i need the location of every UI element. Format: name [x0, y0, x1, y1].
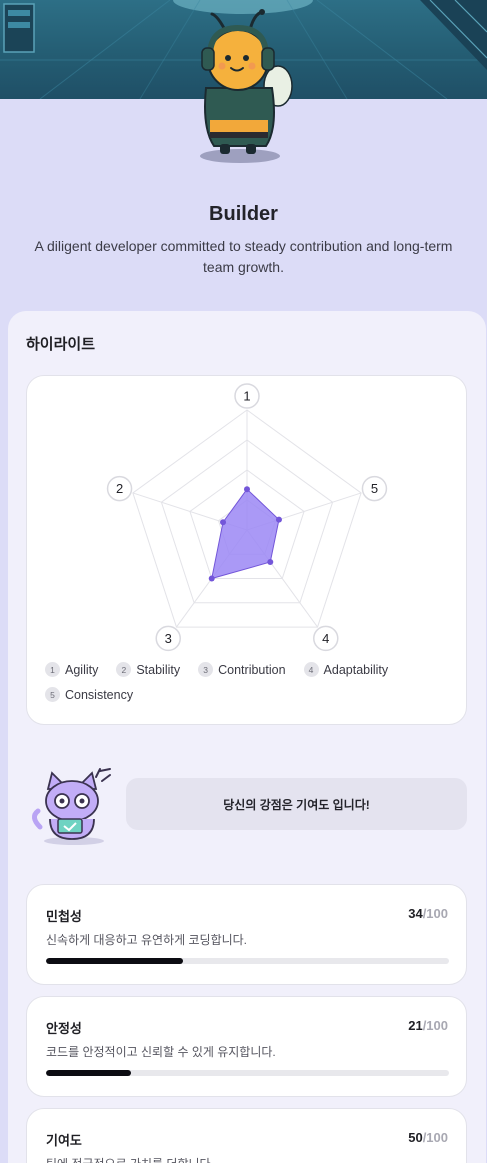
legend-item-consistency: 5 Consistency [45, 687, 133, 702]
radar-point-contribution [208, 575, 215, 582]
score-description: 팀에 적극적으로 가치를 더합니다. [46, 1155, 214, 1163]
radar-axis-number: 2 [116, 481, 123, 496]
radar-chart-card: 1 2 3 4 5 1 Agility 2 Stability 3 Contribution 4 Ad… [26, 375, 467, 725]
score-value: 50/100 [408, 1130, 448, 1145]
score-progress-fill [46, 1070, 131, 1076]
radar-axis-number: 3 [165, 631, 172, 646]
legend-label: Contribution [218, 662, 286, 677]
radar-axis-number: 1 [243, 389, 250, 404]
score-name: 안정성 [46, 1021, 82, 1036]
score-description: 코드를 안정적이고 신뢰할 수 있게 유지합니다. [46, 1045, 276, 1059]
score-value: 21/100 [408, 1018, 448, 1033]
score-card-stability: 안정성 21/100 코드를 안정적이고 신뢰할 수 있게 유지합니다. [26, 996, 467, 1097]
radar-point-stability [220, 519, 227, 526]
legend-number: 4 [303, 662, 319, 677]
score-progress-track [46, 958, 449, 964]
legend-number: 2 [116, 662, 132, 677]
bee-mascot-illustration [188, 8, 298, 166]
score-description: 신속하게 대응하고 유연하게 코딩합니다. [46, 933, 248, 947]
radar-value-area [211, 488, 280, 580]
legend-label: Stability [136, 662, 181, 677]
strength-message: 당신의 강점은 기여도 입니다! [126, 778, 467, 830]
legend-item-stability: 2 Stability [116, 662, 180, 677]
score-progress-fill [46, 958, 184, 964]
legend-number: 3 [198, 662, 214, 677]
role-title: Builder [209, 203, 278, 225]
radar-axis-number: 4 [322, 631, 329, 646]
score-card-agility: 민첩성 34/100 신속하게 대응하고 유연하게 코딩합니다. [26, 884, 467, 985]
legend-label: Adaptability [323, 662, 389, 677]
legend-number: 1 [45, 662, 60, 677]
legend-label: Consistency [65, 687, 134, 702]
score-name: 민첩성 [46, 909, 82, 924]
radar-axis-number: 5 [371, 481, 378, 496]
score-card-contribution: 기여도 50/100 팀에 적극적으로 가치를 더합니다. [26, 1108, 467, 1163]
results-panel: 하이라이트 1 2 3 4 5 1 Agility 2 Stability 3 Contribut… [8, 311, 486, 1163]
legend-item-agility: 1 Agility [45, 662, 98, 677]
highlights-title: 하이라이트 [26, 336, 96, 353]
legend-number: 5 [45, 687, 60, 702]
radar-point-adaptability [267, 559, 274, 566]
score-value: 34/100 [408, 906, 448, 921]
score-progress-track [46, 1070, 449, 1076]
radar-point-consistency [275, 516, 282, 523]
role-description: A diligent developer committed to steady… [34, 238, 453, 275]
cat-mascot-illustration [30, 767, 118, 847]
score-name: 기여도 [46, 1133, 82, 1148]
legend-item-adaptability: 4 Adaptability [303, 662, 389, 677]
radar-point-agility [244, 486, 250, 493]
legend-label: Agility [65, 662, 99, 677]
legend-item-contribution: 3 Contribution [198, 662, 286, 677]
radar-legend: 1 Agility 2 Stability 3 Contribution 4 Adaptabi… [45, 662, 455, 702]
